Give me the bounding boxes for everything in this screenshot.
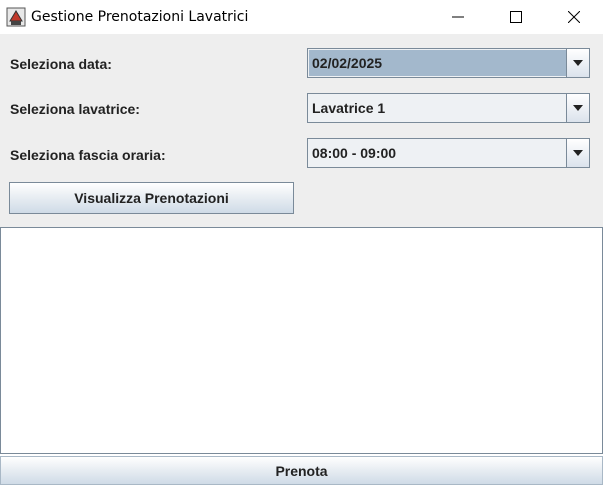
bookings-text-area[interactable] <box>0 227 603 454</box>
title-bar: Gestione Prenotazioni Lavatrici <box>0 0 603 34</box>
slot-value: 08:00 - 09:00 <box>312 145 397 161</box>
date-value: 02/02/2025 <box>312 55 383 71</box>
machine-value: Lavatrice 1 <box>312 100 386 116</box>
slot-combobox[interactable]: 08:00 - 09:00 <box>307 138 590 168</box>
minimize-button[interactable] <box>429 0 487 34</box>
minimize-icon <box>452 11 464 23</box>
date-label: Seleziona data: <box>10 56 112 72</box>
java-cup-icon <box>6 7 26 27</box>
slot-dropdown-button[interactable] <box>566 139 589 167</box>
close-icon <box>568 11 580 23</box>
maximize-icon <box>510 11 522 23</box>
chevron-down-icon <box>572 54 584 72</box>
maximize-button[interactable] <box>487 0 545 34</box>
chevron-down-icon <box>572 144 584 162</box>
view-bookings-button[interactable]: Visualizza Prenotazioni <box>9 182 294 214</box>
date-combobox[interactable]: 02/02/2025 <box>307 48 590 78</box>
machine-dropdown-button[interactable] <box>566 94 589 122</box>
chevron-down-icon <box>572 99 584 117</box>
slot-label: Seleziona fascia oraria: <box>10 147 166 163</box>
book-button[interactable]: Prenota <box>0 456 603 485</box>
machine-label: Seleziona lavatrice: <box>10 101 140 117</box>
window-title: Gestione Prenotazioni Lavatrici <box>31 9 249 25</box>
date-dropdown-button[interactable] <box>566 49 589 77</box>
close-button[interactable] <box>545 0 603 34</box>
machine-combobox[interactable]: Lavatrice 1 <box>307 93 590 123</box>
